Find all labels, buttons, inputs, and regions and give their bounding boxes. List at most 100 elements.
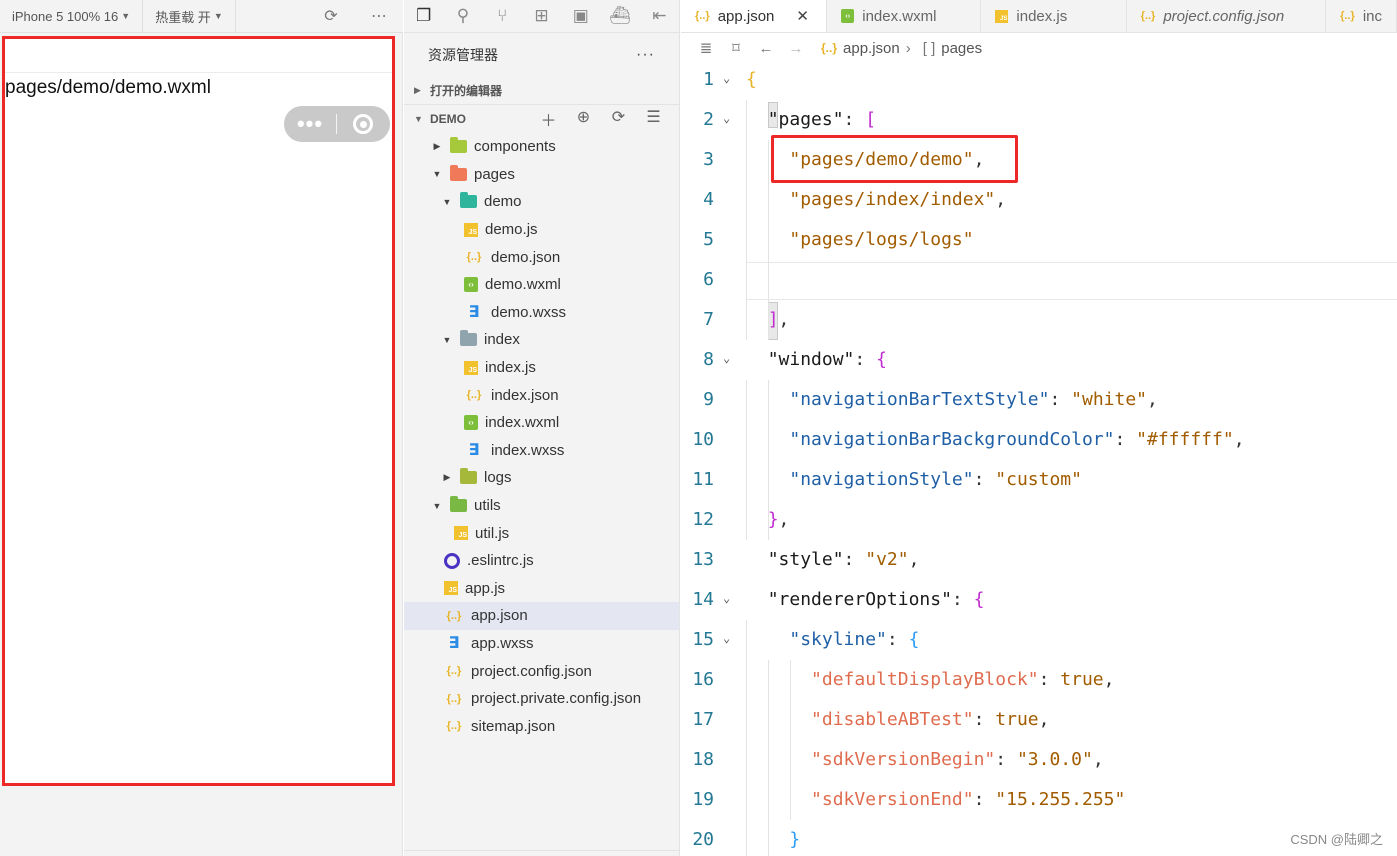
file-tree-item[interactable]: {..} project.private.config.json — [404, 685, 679, 713]
docker-icon[interactable]: ⛴ — [600, 6, 639, 26]
code-token: : — [854, 349, 877, 370]
line-number: 18 — [692, 749, 714, 770]
device-selector[interactable]: iPhone 5 100% 16 ▼ — [0, 0, 144, 32]
search-icon[interactable]: ⚲ — [443, 6, 482, 26]
file-tree-item[interactable]: ∃ demo.wxss — [404, 299, 679, 327]
close-capsule-button[interactable] — [337, 114, 389, 134]
tab-app-json[interactable]: {..} app.json ✕ — [681, 0, 828, 32]
tab-index-wxml[interactable]: ‹› index.wxml — [827, 0, 982, 32]
file-tree-item[interactable]: {..} app.json — [404, 602, 679, 630]
code-token: "skyline" — [789, 629, 887, 650]
file-tree-item[interactable]: ▼ index — [404, 326, 679, 354]
code-token: } — [789, 829, 801, 850]
file-tree-label: app.wxss — [471, 634, 534, 652]
chevron-right-icon[interactable]: ▶ — [430, 141, 444, 152]
explorer-title: 资源管理器 — [428, 47, 498, 63]
file-tree-item[interactable]: JS index.js — [404, 354, 679, 382]
file-tree-item[interactable]: {..} demo.json — [404, 243, 679, 271]
chevron-right-icon[interactable]: ▶ — [440, 472, 454, 483]
code-text: "style": "v2", — [746, 540, 920, 580]
fold-chevron-icon[interactable]: ⌄ — [723, 578, 730, 618]
more-icon[interactable]: ⋯ — [355, 6, 403, 26]
more-actions-icon[interactable]: ··· — [636, 46, 655, 64]
json-file-icon: {..} — [1140, 10, 1156, 22]
code-token: "disableABTest" — [811, 709, 974, 730]
back-icon[interactable]: ← — [751, 40, 781, 57]
file-tree-item[interactable]: ▶ logs — [404, 464, 679, 492]
tab-inc[interactable]: {..} inc — [1326, 0, 1397, 32]
fold-chevron-icon[interactable]: ⌄ — [723, 98, 730, 138]
chevron-down-icon[interactable]: ▼ — [440, 197, 454, 207]
json-file-icon: {..} — [446, 665, 462, 678]
file-tree-item[interactable]: ∃ app.wxss — [404, 630, 679, 658]
code-token: , — [1103, 669, 1115, 690]
open-editors-section[interactable]: ▶ 打开的编辑器 — [404, 77, 679, 105]
folder-icon — [450, 164, 467, 181]
code-token: "style" — [767, 549, 844, 570]
fold-chevron-icon[interactable]: ⌄ — [723, 618, 730, 658]
code-token: , — [1233, 429, 1245, 450]
file-tree-item[interactable]: ▶ components — [404, 133, 679, 161]
file-tree-item[interactable]: ▼ utils — [404, 492, 679, 520]
close-icon[interactable]: ✕ — [796, 7, 809, 25]
forward-icon[interactable]: → — [781, 40, 811, 57]
tab-label: project.config.json — [1163, 7, 1285, 25]
file-tree-item[interactable]: JS app.js — [404, 575, 679, 603]
open-editors-label: 打开的编辑器 — [430, 84, 503, 98]
files-icon[interactable]: ❐ — [404, 6, 443, 26]
code-text: }, — [746, 500, 790, 540]
more-dots-icon[interactable]: ••• — [284, 106, 336, 142]
fold-chevron-icon[interactable]: ⌄ — [723, 60, 730, 98]
file-tree-item[interactable]: ‹› demo.wxml — [404, 271, 679, 299]
file-tree-item[interactable]: ∃ index.wxss — [404, 437, 679, 465]
file-tree-item[interactable]: {..} project.config.json — [404, 657, 679, 685]
source-control-icon[interactable]: ⑂ — [483, 6, 522, 26]
line-number: 8 — [703, 349, 714, 370]
code-token: { — [876, 349, 887, 370]
breadcrumb-file[interactable]: app.json — [843, 40, 900, 57]
simulator-panel: iPhone 5 100% 16 ▼ 热重载 开 ▼ ⟳ ⋯ pages/dem… — [0, 0, 403, 856]
file-tree-item[interactable]: JS demo.js — [404, 216, 679, 244]
json-file-icon: {..} — [1340, 10, 1355, 22]
file-tree-item[interactable]: ▼ pages — [404, 161, 679, 189]
file-tree-item[interactable]: {..} sitemap.json — [404, 712, 679, 740]
file-tree-item[interactable]: ▼ demo — [404, 188, 679, 216]
code-line: 4 "pages/index/index", — [681, 180, 1397, 220]
code-token: "custom" — [995, 469, 1082, 490]
project-section[interactable]: ▼ DEMO ＋ ⊕ ⟳ ☰ — [404, 105, 679, 133]
file-tree: ▶ components ▼ pages ▼ demo JS demo.js {..} demo.… — [404, 133, 679, 740]
line-number: 14 — [692, 589, 714, 610]
chevron-down-icon[interactable]: ▼ — [430, 169, 444, 179]
code-token: : — [995, 749, 1017, 770]
new-file-icon[interactable]: ＋ — [531, 107, 566, 131]
collapse-all-icon[interactable]: ☰ — [636, 107, 671, 131]
new-folder-icon[interactable]: ⊕ — [566, 107, 601, 131]
file-tree-item[interactable]: .eslintrc.js — [404, 547, 679, 575]
hot-reload-label: 热重载 开 — [155, 9, 211, 25]
tab-project-config-json[interactable]: {..} project.config.json — [1127, 0, 1327, 32]
wxss-file-icon: ∃ — [468, 442, 480, 460]
code-token: { — [908, 629, 920, 650]
refresh-icon[interactable]: ⟳ — [307, 6, 355, 26]
refresh-explorer-icon[interactable]: ⟳ — [601, 107, 636, 131]
tab-index-js[interactable]: JS index.js — [981, 0, 1127, 32]
save-icon[interactable]: ▣ — [561, 6, 600, 26]
wxml-file-icon: ‹› — [464, 277, 478, 293]
bookmark-icon[interactable]: ⌑ — [721, 39, 751, 57]
fold-chevron-icon[interactable]: ⌄ — [723, 338, 730, 378]
breadcrumb-node[interactable]: pages — [941, 40, 982, 57]
list-icon[interactable]: ≣ — [691, 39, 721, 57]
hot-reload-toggle[interactable]: 热重载 开 ▼ — [143, 0, 236, 32]
collapse-panel-icon[interactable]: ⇤ — [640, 6, 679, 26]
file-tree-item[interactable]: {..} index.json — [404, 381, 679, 409]
chevron-down-icon[interactable]: ▼ — [430, 501, 444, 511]
line-number: 17 — [692, 709, 714, 730]
extensions-icon[interactable]: ⊞ — [522, 6, 561, 26]
file-tree-item[interactable]: JS util.js — [404, 519, 679, 547]
chevron-down-icon[interactable]: ▼ — [440, 335, 454, 345]
file-tree-label: index — [484, 331, 520, 349]
json-file-icon: {..} — [466, 389, 482, 402]
file-tree-item[interactable]: ‹› index.wxml — [404, 409, 679, 437]
